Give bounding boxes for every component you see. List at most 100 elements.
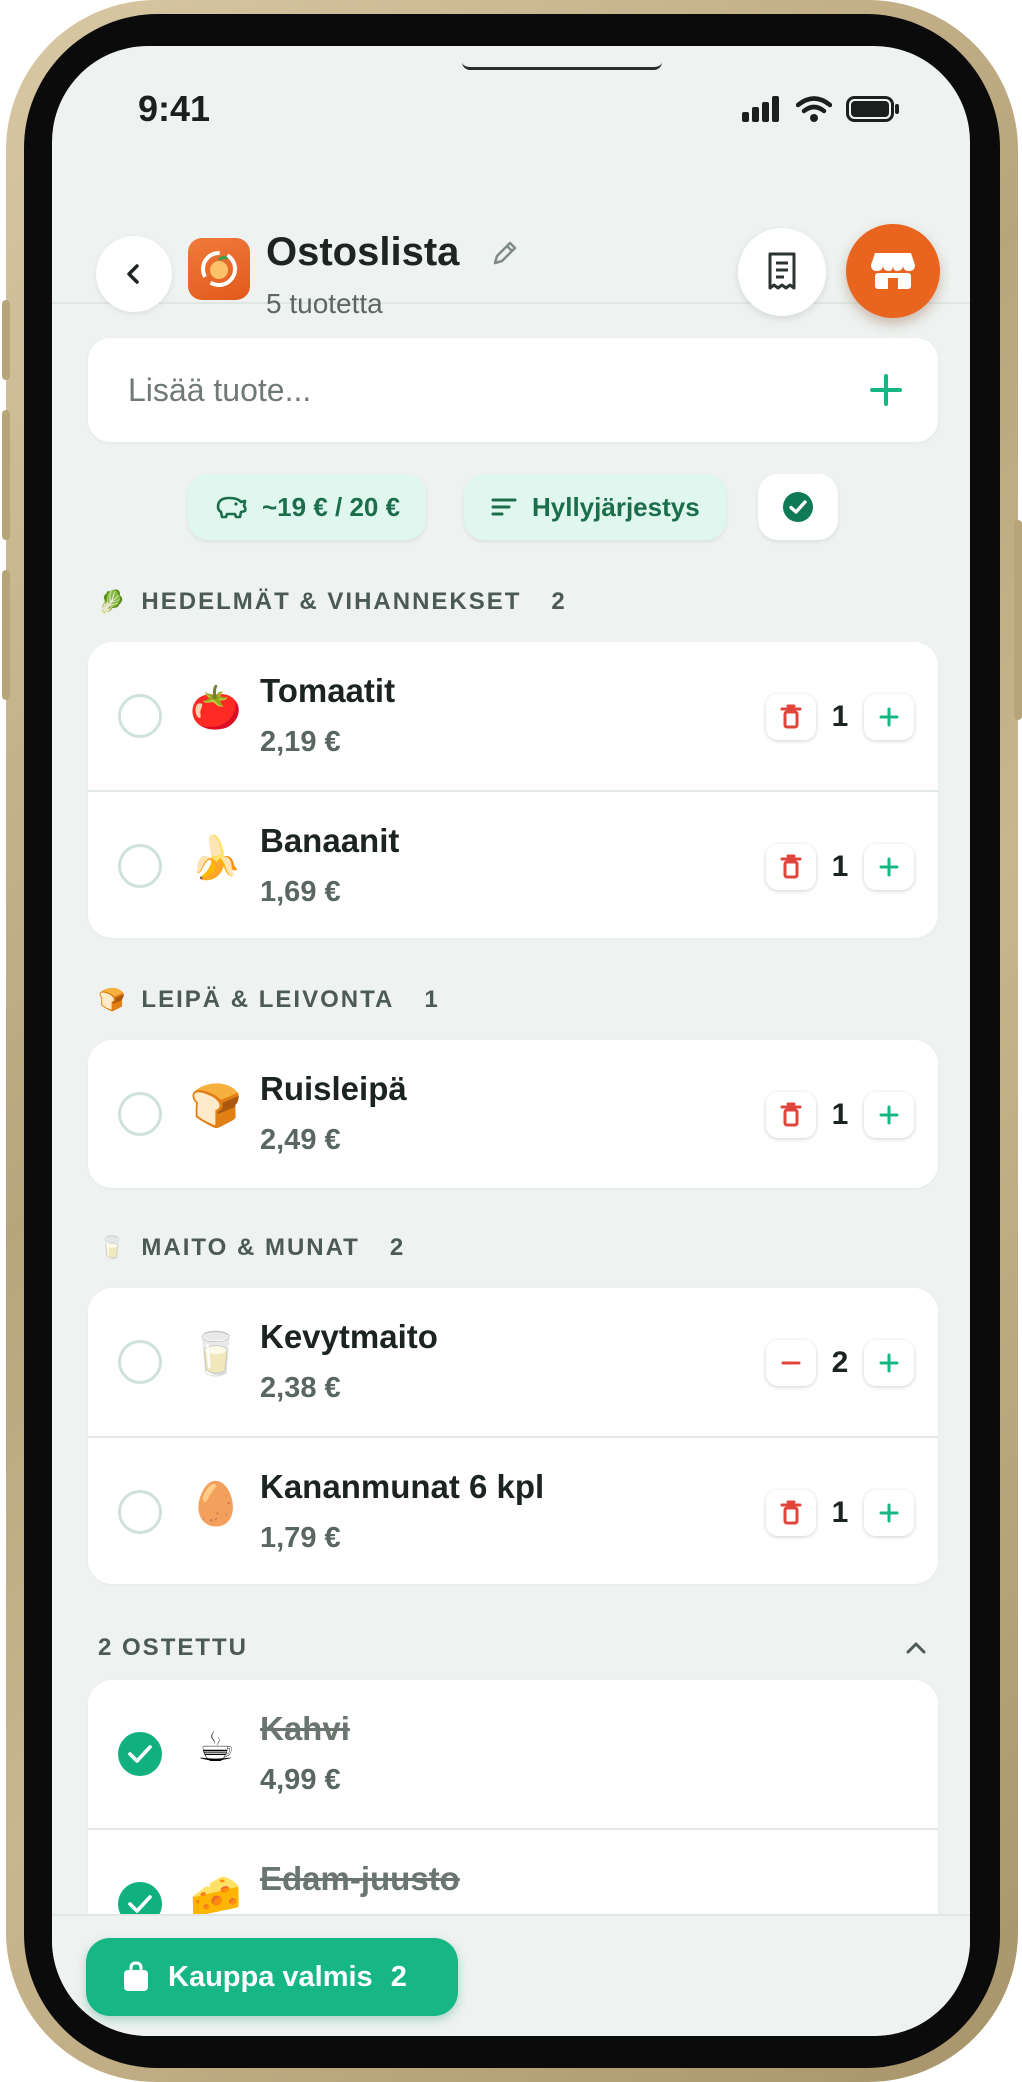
remove-item-button[interactable]: [766, 844, 816, 890]
trash-icon: [780, 1500, 802, 1525]
item-checkbox[interactable]: [118, 844, 162, 888]
minus-icon: [781, 1361, 801, 1365]
increase-button[interactable]: [864, 694, 914, 740]
category-name: LEIPÄ & LEIVONTA: [141, 986, 395, 1013]
item-name: Ruisleipä: [260, 1070, 407, 1107]
bought-heading: 2 OSTETTU: [98, 1634, 249, 1661]
store-icon: [871, 253, 915, 289]
mute-switch: [2, 300, 10, 380]
item-checkbox-checked[interactable]: [118, 1732, 162, 1776]
quantity-value: 1: [831, 850, 849, 883]
quantity-value: 1: [831, 1098, 849, 1131]
add-product-input[interactable]: [128, 338, 828, 442]
add-product-button[interactable]: [866, 370, 906, 415]
egg-icon: 🥚: [189, 1480, 243, 1527]
item-checkbox[interactable]: [118, 1490, 162, 1534]
remove-item-button[interactable]: [766, 1092, 816, 1138]
piggy-bank-icon: [216, 496, 247, 519]
quantity-stepper: 1: [766, 1490, 914, 1536]
category-card: 🍞 Ruisleipä 2,49 € 1: [88, 1040, 938, 1188]
sort-label: Hyllyjärjestys: [532, 491, 700, 522]
coffee-icon: ☕: [197, 1723, 235, 1770]
item-name: Kevytmaito: [260, 1318, 438, 1355]
shopping-bag-icon: [124, 1961, 148, 1991]
list-item: 🥚 Kananmunat 6 kpl 1,79 € 1: [88, 1436, 938, 1584]
sort-chip[interactable]: Hyllyjärjestys: [464, 474, 726, 540]
volume-down-button: [2, 570, 10, 700]
plus-icon: [879, 1105, 899, 1125]
item-checkbox[interactable]: [118, 694, 162, 738]
remove-item-button[interactable]: [766, 694, 816, 740]
item-name: Edam-juusto: [260, 1860, 460, 1897]
quantity-stepper: 1: [766, 694, 914, 740]
category-heading: 🥛 MAITO & MUNAT 2: [98, 1234, 405, 1262]
increase-button[interactable]: [864, 1340, 914, 1386]
back-button[interactable]: [96, 236, 172, 312]
item-name: Tomaatit: [260, 672, 396, 709]
item-price: 1,79 €: [260, 1522, 341, 1554]
done-count: 2: [390, 1960, 407, 1993]
milk-glass-icon: 🥛: [189, 1330, 243, 1377]
category-name: MAITO & MUNAT: [141, 1234, 360, 1261]
increase-button[interactable]: [864, 1490, 914, 1536]
category-heading: 🥬 HEDELMÄT & VIHANNEKSET 2: [98, 588, 567, 616]
shopping-done-button[interactable]: Kauppa valmis 2: [86, 1938, 458, 2016]
trash-icon: [780, 854, 802, 879]
receipt-icon: [768, 252, 796, 290]
show-checked-toggle[interactable]: [758, 474, 838, 540]
category-card: 🍅 Tomaatit 2,19 € 1 🍌 Banaanit 1,69 € 1: [88, 642, 938, 938]
milk-glass-icon: 🥛: [98, 1235, 128, 1260]
category-name: HEDELMÄT & VIHANNEKSET: [141, 588, 522, 615]
item-checkbox[interactable]: [118, 1092, 162, 1136]
pencil-icon: [493, 241, 517, 265]
item-price: 2,38 €: [260, 1372, 341, 1404]
quantity-value: 1: [831, 1496, 849, 1529]
trash-icon: [780, 704, 802, 729]
tomato-icon: 🍅: [189, 684, 243, 731]
receipt-button[interactable]: [738, 228, 826, 316]
item-checkbox[interactable]: [118, 1340, 162, 1384]
item-count: 5 tuotetta: [266, 288, 383, 319]
item-price: 1,69 €: [260, 876, 341, 908]
item-name: Banaanit: [260, 822, 400, 859]
budget-chip[interactable]: ~19 € / 20 €: [188, 474, 427, 540]
edit-title-button[interactable]: [490, 238, 520, 273]
volume-up-button: [2, 410, 10, 540]
filter-chips: ~19 € / 20 € Hyllyjärjestys: [52, 474, 970, 542]
bread-icon: 🍞: [189, 1082, 243, 1129]
budget-label: ~19 € / 20 €: [262, 491, 401, 522]
add-product-box: [88, 338, 938, 442]
remove-item-button[interactable]: [766, 1490, 816, 1536]
chevron-up-icon[interactable]: [904, 1640, 928, 1656]
list-item: 🍞 Ruisleipä 2,49 € 1: [88, 1040, 938, 1188]
page-title: Ostoslista: [266, 230, 460, 274]
power-button: [1014, 520, 1022, 720]
store-mode-button[interactable]: [846, 224, 940, 318]
signal-icon: [742, 96, 779, 122]
quantity-value: 2: [831, 1346, 849, 1379]
status-time: 9:41: [138, 88, 211, 129]
quantity-stepper: 1: [766, 844, 914, 890]
decrease-button[interactable]: [766, 1340, 816, 1386]
battery-icon: [846, 96, 899, 122]
quantity-stepper: 1: [766, 1092, 914, 1138]
bought-section-header[interactable]: 2 OSTETTU: [98, 1634, 928, 1662]
status-icons: [742, 96, 900, 122]
increase-button[interactable]: [864, 1092, 914, 1138]
status-bar: 9:41: [52, 46, 970, 156]
increase-button[interactable]: [864, 844, 914, 890]
item-price: 4,99 €: [260, 1764, 341, 1796]
list-item: 🥛 Kevytmaito 2,38 € 2: [88, 1288, 938, 1436]
done-label: Kauppa valmis: [168, 1960, 373, 1993]
header: Ostoslista 5 tuotetta: [52, 180, 970, 319]
item-name: Kahvi: [260, 1710, 350, 1747]
chevron-left-icon: [127, 264, 139, 284]
check-icon: [128, 1895, 152, 1913]
list-item: ☕ Kahvi 4,99 €: [88, 1680, 938, 1828]
item-name: Kananmunat 6 kpl: [260, 1468, 545, 1505]
check-icon: [128, 1745, 152, 1763]
app-screen: 9:41 Ostoslista 5 tuotetta Lisää tuote..…: [52, 46, 970, 2036]
category-card: 🥛 Kevytmaito 2,38 € 2 �: [88, 1288, 938, 1584]
plus-icon: [879, 1503, 899, 1523]
quantity-stepper: 2: [766, 1340, 914, 1386]
